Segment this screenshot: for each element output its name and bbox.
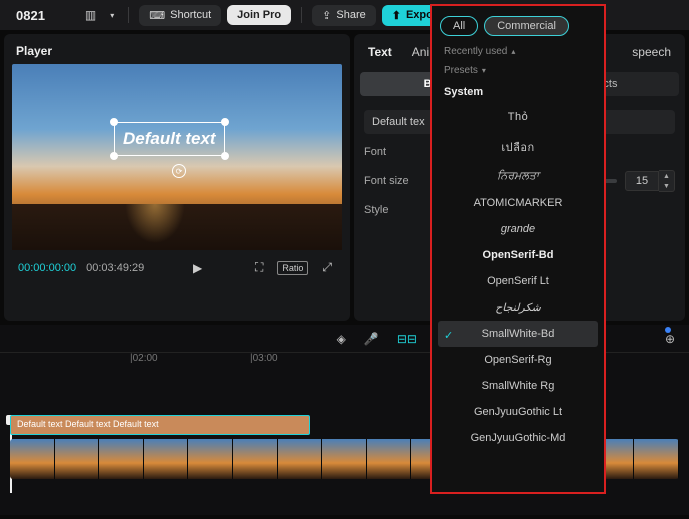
mic-icon[interactable]: 🎤 xyxy=(360,330,383,348)
handle-bottom-right[interactable] xyxy=(221,152,229,160)
font-option[interactable]: Thỏ xyxy=(438,102,598,131)
tab-text[interactable]: Text xyxy=(364,42,396,62)
player-panel: Player Default text ⟳ 00:00:00:00 00:03:… xyxy=(4,34,350,321)
font-option[interactable]: ATOMICMARKER xyxy=(438,190,598,216)
text-overlay[interactable]: Default text xyxy=(114,122,225,156)
player-title: Player xyxy=(12,40,342,64)
shortcut-button[interactable]: ⌨ Shortcut xyxy=(139,5,221,26)
fontsize-value[interactable]: 15 xyxy=(625,171,659,191)
text-clip[interactable]: Default text Default text Default text xyxy=(10,415,310,435)
layout-dropdown-icon[interactable]: ▾ xyxy=(106,9,118,22)
play-button[interactable]: ▶ xyxy=(189,259,206,277)
fontsize-down[interactable]: ▼ xyxy=(659,181,674,191)
handle-bottom-left[interactable] xyxy=(110,152,118,160)
font-option[interactable]: OpenSerif Lt xyxy=(438,268,598,294)
keyboard-icon: ⌨ xyxy=(149,9,165,22)
auto-timeline-icon[interactable]: ⊟⊟ xyxy=(393,330,421,348)
share-icon: ⇪ xyxy=(322,9,331,22)
style-label: Style xyxy=(364,204,424,216)
join-pro-button[interactable]: Join Pro xyxy=(227,5,291,25)
font-option[interactable]: OpenSerif-Bd xyxy=(438,242,598,268)
total-duration: 00:03:49:29 xyxy=(86,262,144,274)
font-dropdown[interactable]: All Commercial Recently used ▴ Presets ▾… xyxy=(430,4,606,494)
share-button[interactable]: ⇪ Share xyxy=(312,5,376,26)
fontsize-up[interactable]: ▲ xyxy=(659,171,674,181)
font-option[interactable]: GenJyuuGothic Lt xyxy=(438,399,598,425)
timeline-effects-icon[interactable]: ◈ xyxy=(333,330,350,348)
font-option[interactable]: SmallWhite Rg xyxy=(438,373,598,399)
font-presets[interactable]: Presets ▾ xyxy=(438,63,598,82)
font-option[interactable]: GenJyuuGothic-Md xyxy=(438,425,598,451)
export-icon: ⬆ xyxy=(392,9,401,22)
layout-icon[interactable]: ▥ xyxy=(81,6,100,24)
handle-top-left[interactable] xyxy=(110,118,118,126)
ratio-button[interactable]: Ratio xyxy=(277,261,308,275)
font-option[interactable]: ✓SmallWhite-Bd xyxy=(438,321,598,347)
chevron-up-icon: ▴ xyxy=(511,47,515,56)
crop-icon[interactable]: ⛶ xyxy=(251,258,267,277)
rotate-handle[interactable]: ⟳ xyxy=(172,164,186,178)
notification-dot xyxy=(665,327,671,333)
font-label: Font xyxy=(364,146,424,158)
project-name: 0821 xyxy=(16,8,45,23)
chevron-down-icon: ▾ xyxy=(482,66,486,75)
check-icon: ✓ xyxy=(444,329,453,342)
font-option[interactable]: ਨਿਰਮਲਤਾ xyxy=(438,163,598,190)
current-time: 00:00:00:00 xyxy=(18,262,76,274)
handle-top-right[interactable] xyxy=(221,118,229,126)
fontsize-label: Font size xyxy=(364,175,424,187)
fullscreen-icon[interactable]: ⤢ xyxy=(318,258,336,277)
font-recently-used[interactable]: Recently used ▴ xyxy=(438,44,598,63)
video-preview[interactable]: Default text ⟳ xyxy=(12,64,342,250)
font-option[interactable]: เปลือก xyxy=(438,131,598,163)
font-category-system: System xyxy=(438,82,598,102)
font-filter-commercial[interactable]: Commercial xyxy=(484,16,569,36)
font-option[interactable]: OpenSerif-Rg xyxy=(438,347,598,373)
font-filter-all[interactable]: All xyxy=(440,16,478,36)
font-option[interactable]: grande xyxy=(438,216,598,242)
tab-speech[interactable]: speech xyxy=(628,42,675,62)
font-option[interactable]: شكرلنجاح xyxy=(438,294,598,321)
